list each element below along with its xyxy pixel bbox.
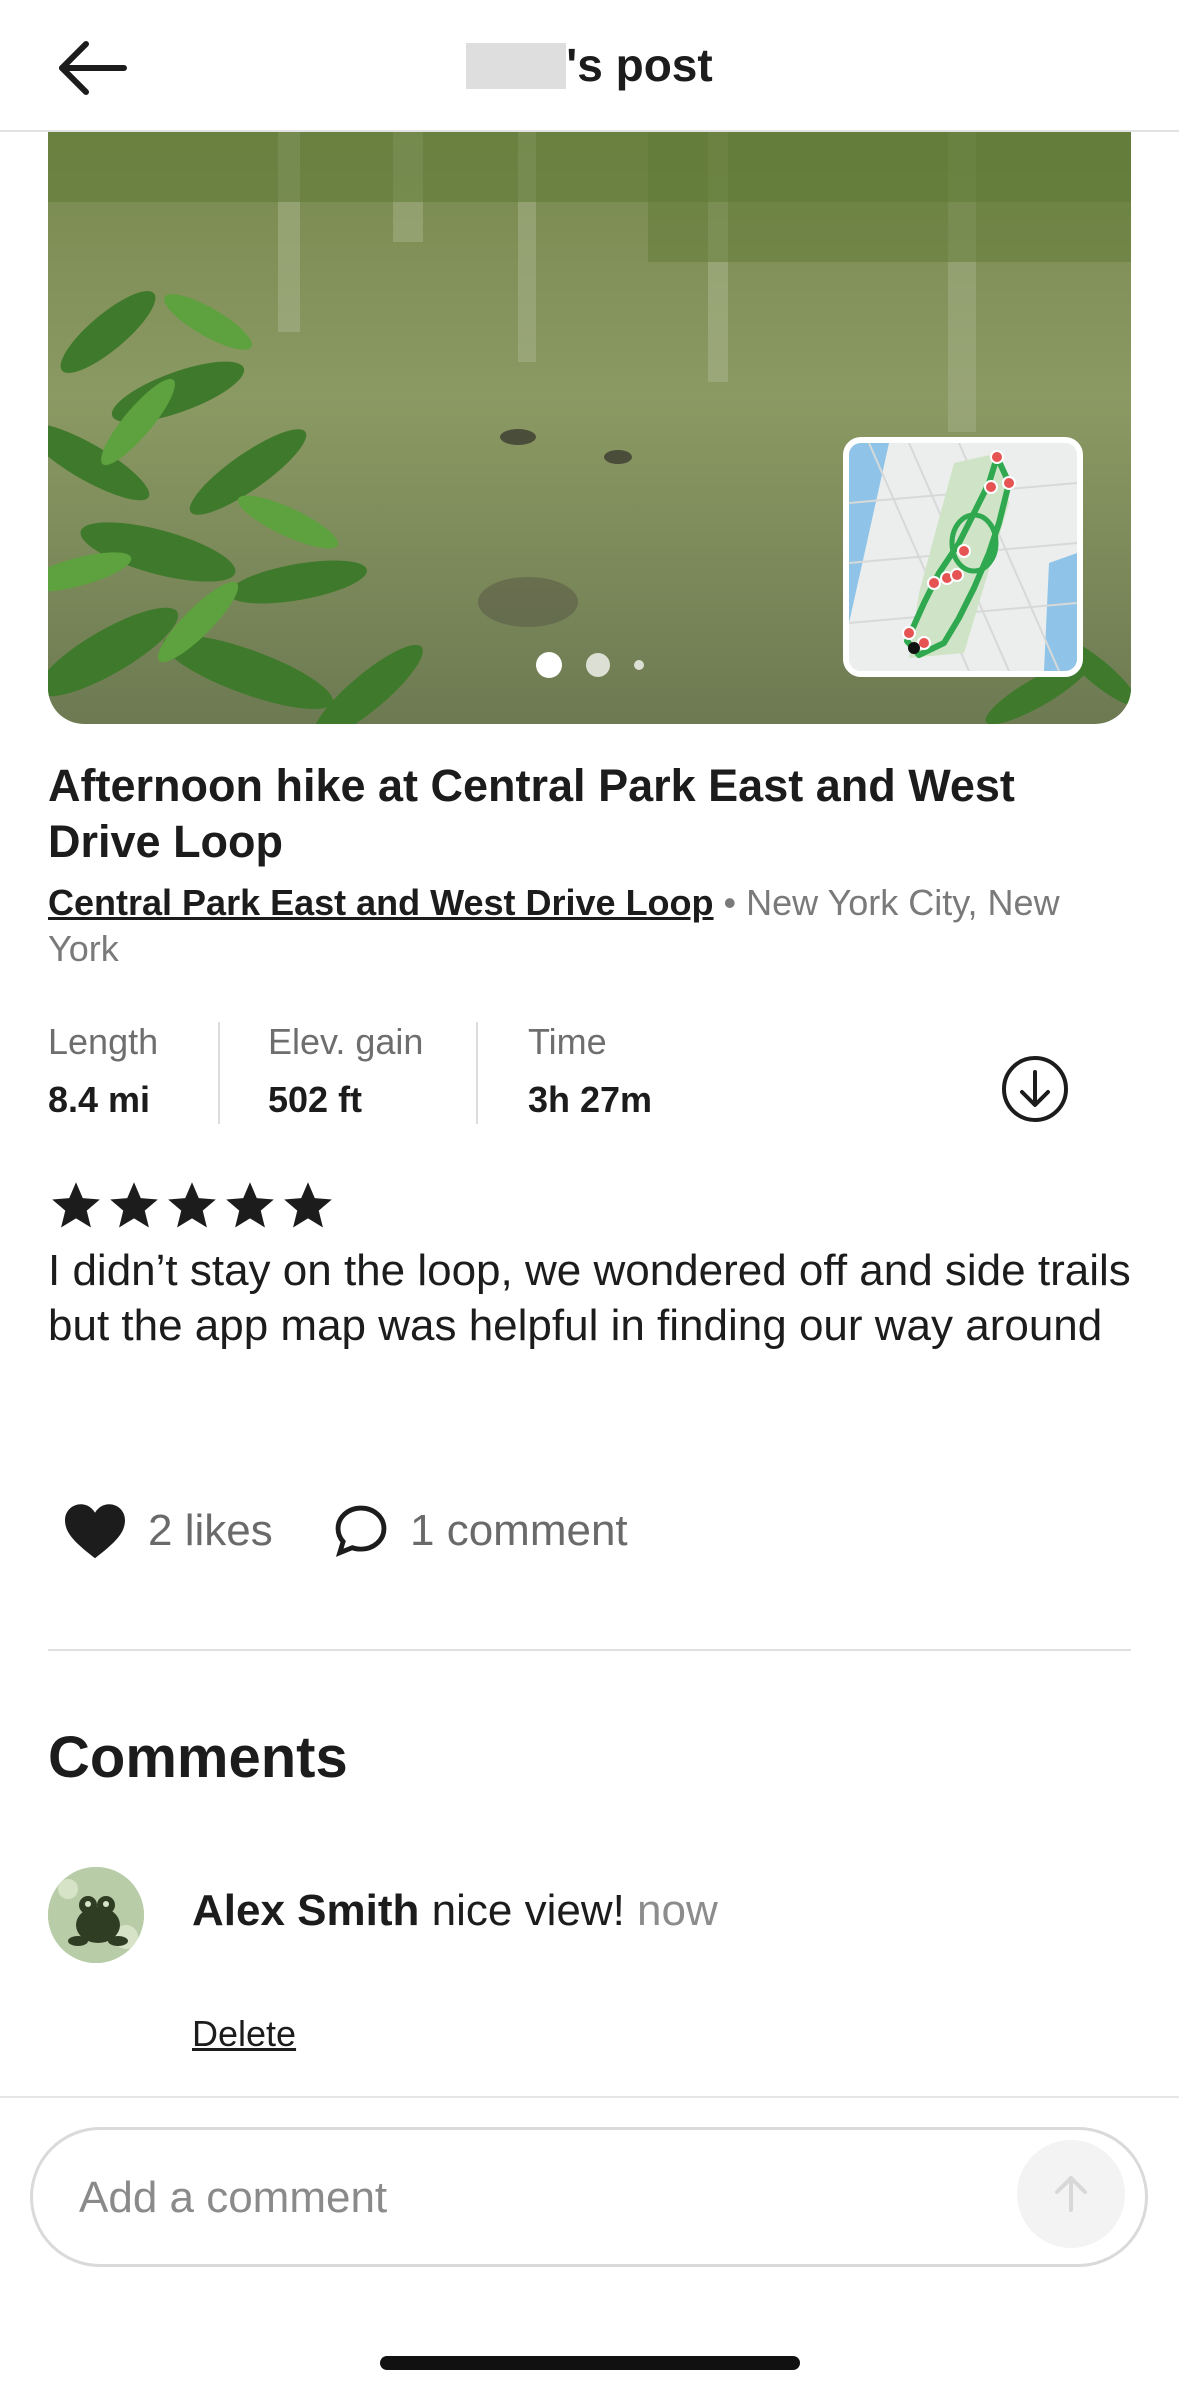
top-bar: 's post	[0, 0, 1179, 132]
carousel-dot-active[interactable]	[535, 652, 562, 678]
post-title: Afternoon hike at Central Park East and …	[48, 760, 1015, 867]
likes-button[interactable]: 2 likes	[62, 1496, 273, 1566]
carousel-dot-small[interactable]	[633, 660, 644, 670]
comment-item: Alex Smith nice view! now	[192, 1886, 718, 1936]
stat-value: 3h 27m	[528, 1079, 653, 1120]
route-map-thumbnail[interactable]	[843, 437, 1083, 677]
page-title-suffix: 's post	[566, 39, 713, 91]
comment-author[interactable]: Alex Smith	[192, 1886, 419, 1935]
stat-label: Time	[528, 1021, 607, 1062]
star-icon	[226, 1182, 274, 1228]
download-button[interactable]	[1000, 1054, 1070, 1124]
download-circle-icon	[1002, 1056, 1068, 1122]
stat-value: 502 ft	[268, 1079, 363, 1120]
comments-count: 1 comment	[410, 1506, 628, 1555]
redacted-username	[466, 43, 567, 89]
carousel-dot[interactable]	[585, 653, 610, 677]
star-icon	[284, 1182, 332, 1228]
location-separator: •	[713, 882, 747, 923]
route-map-icon	[849, 443, 1077, 671]
stat-length: Length 8.4 mi	[48, 1015, 158, 1127]
stat-divider	[476, 1022, 478, 1124]
carousel-indicator	[0, 652, 1179, 678]
star-icon	[168, 1182, 216, 1228]
frog-avatar-icon	[48, 1867, 144, 1963]
comment-input-container[interactable]	[30, 2127, 1148, 2267]
comment-timestamp: now	[637, 1886, 718, 1935]
send-comment-button[interactable]	[1017, 2140, 1125, 2248]
post-location: Central Park East and West Drive Loop • …	[48, 880, 1128, 972]
likes-count: 2 likes	[148, 1506, 273, 1555]
stat-elevation-gain: Elev. gain 502 ft	[268, 1015, 423, 1127]
star-icon	[52, 1182, 100, 1228]
stat-label: Length	[48, 1021, 159, 1062]
stat-time: Time 3h 27m	[528, 1015, 652, 1127]
star-icon	[110, 1182, 158, 1228]
star-rating	[48, 1178, 338, 1234]
speech-bubble-icon	[335, 1505, 387, 1557]
stat-label: Elev. gain	[268, 1021, 424, 1062]
comments-heading: Comments	[48, 1725, 348, 1790]
stat-value: 8.4 mi	[48, 1079, 151, 1120]
delete-comment-link[interactable]: Delete	[192, 2013, 296, 2055]
arrow-up-icon	[1055, 2176, 1087, 2212]
post-photo[interactable]	[48, 132, 1131, 724]
comments-button[interactable]: 1 comment	[332, 1496, 628, 1566]
page-title: 's post	[0, 38, 1179, 92]
avatar[interactable]	[48, 1867, 144, 1963]
stat-divider	[218, 1022, 220, 1124]
trail-link[interactable]: Central Park East and West Drive Loop	[48, 882, 714, 923]
comment-text: nice view!	[431, 1886, 625, 1935]
comment-input[interactable]	[77, 2130, 981, 2266]
home-indicator[interactable]	[380, 2356, 800, 2370]
review-text: I didn’t stay on the loop, we wondered o…	[48, 1246, 1131, 1350]
heart-icon	[65, 1504, 125, 1559]
section-divider	[48, 1649, 1131, 1651]
